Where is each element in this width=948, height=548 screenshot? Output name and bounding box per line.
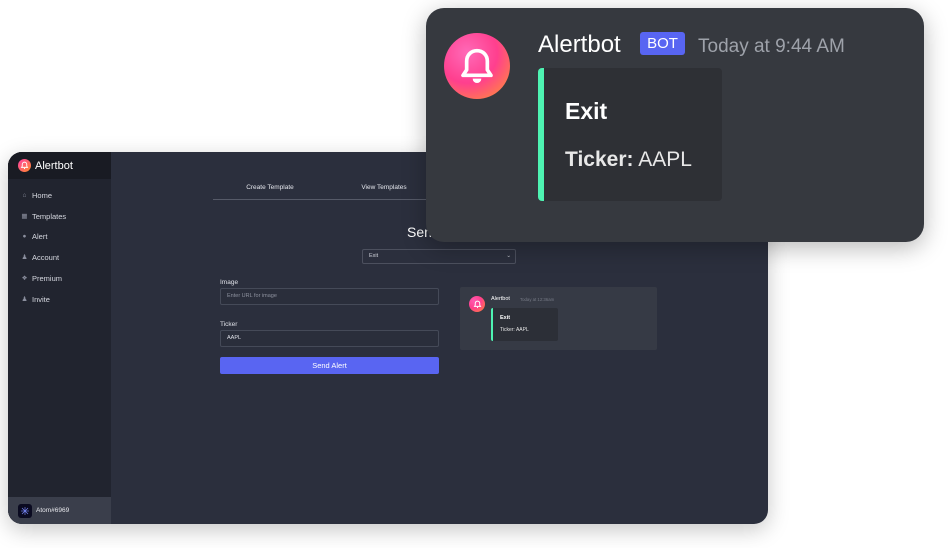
message-timestamp: Today at 9:44 AM xyxy=(698,36,845,57)
sidebar-item-label: Invite xyxy=(32,294,50,304)
bot-name: Alertbot xyxy=(538,31,621,58)
embed-title: Exit xyxy=(565,98,608,124)
embed: Exit Ticker: AAPL xyxy=(538,68,722,201)
sidebar-item-home[interactable]: ⌂ Home xyxy=(8,185,111,206)
bot-badge: BOT xyxy=(640,32,685,55)
user-panel[interactable]: Atom#6969 xyxy=(8,497,111,524)
ticker-field-label: Ticker xyxy=(220,321,238,328)
embed-field-value: AAPL xyxy=(638,148,692,171)
bot-avatar-icon xyxy=(469,296,485,312)
preview-bot-name: Alertbot xyxy=(491,296,510,302)
templates-icon: ▦ xyxy=(21,212,28,220)
sidebar: Alertbot ⌂ Home ▦ Templates ● Alert ♟ Ac… xyxy=(8,152,111,524)
account-icon: ♟ xyxy=(21,254,28,262)
sidebar-item-label: Account xyxy=(32,253,60,263)
alert-icon: ● xyxy=(22,233,27,241)
sidebar-item-label: Home xyxy=(32,190,53,200)
send-alert-button[interactable]: Send Alert xyxy=(220,357,439,374)
ticker-input[interactable]: AAPL xyxy=(220,330,439,347)
bell-logo-icon xyxy=(18,159,31,172)
template-select[interactable]: Exit ⌄ xyxy=(362,249,516,264)
preview-timestamp: Today at 12:36am xyxy=(520,297,555,302)
user-name: Atom#6969 xyxy=(36,507,70,514)
preview-field-name: Ticker: xyxy=(500,327,515,333)
sidebar-item-label: Premium xyxy=(32,274,63,284)
brand-name: Alertbot xyxy=(35,159,73,172)
template-select-value: Exit xyxy=(369,253,379,259)
sidebar-nav: ⌂ Home ▦ Templates ● Alert ♟ Account ❖ P… xyxy=(8,179,111,310)
sidebar-item-account[interactable]: ♟ Account xyxy=(8,247,111,268)
sidebar-item-label: Templates xyxy=(32,211,67,221)
sidebar-item-templates[interactable]: ▦ Templates xyxy=(8,206,111,227)
home-icon: ⌂ xyxy=(22,191,27,199)
brand-header[interactable]: Alertbot xyxy=(8,152,111,179)
tab-create-template[interactable]: Create Template xyxy=(213,182,327,199)
user-avatar-icon xyxy=(18,503,32,518)
premium-icon: ❖ xyxy=(21,275,28,283)
embed-field: Ticker: AAPL xyxy=(565,148,692,172)
preview-embed-field: Ticker: AAPL xyxy=(500,327,529,333)
sidebar-item-premium[interactable]: ❖ Premium xyxy=(8,268,111,289)
bot-avatar-icon xyxy=(444,33,510,99)
sidebar-item-label: Alert xyxy=(32,232,48,242)
embed-field-name: Ticker: xyxy=(565,148,634,171)
preview-field-value: AAPL xyxy=(515,327,529,333)
template-tabs: Create Template View Templates xyxy=(213,182,453,200)
invite-icon: ♟ xyxy=(21,295,28,303)
tab-view-templates[interactable]: View Templates xyxy=(327,182,441,199)
image-field-label: Image xyxy=(220,279,239,286)
message-preview: Alertbot Today at 12:36am Exit Ticker: A… xyxy=(460,287,657,350)
sidebar-item-alert[interactable]: ● Alert xyxy=(8,227,111,248)
sidebar-item-invite[interactable]: ♟ Invite xyxy=(8,289,111,310)
preview-embed: Exit Ticker: AAPL xyxy=(491,308,558,341)
image-url-input[interactable]: Enter URL for image xyxy=(220,288,439,305)
message-card: Alertbot BOT Today at 9:44 AM Exit Ticke… xyxy=(426,8,924,242)
preview-embed-title: Exit xyxy=(500,315,511,321)
chevron-down-icon: ⌄ xyxy=(506,253,511,259)
